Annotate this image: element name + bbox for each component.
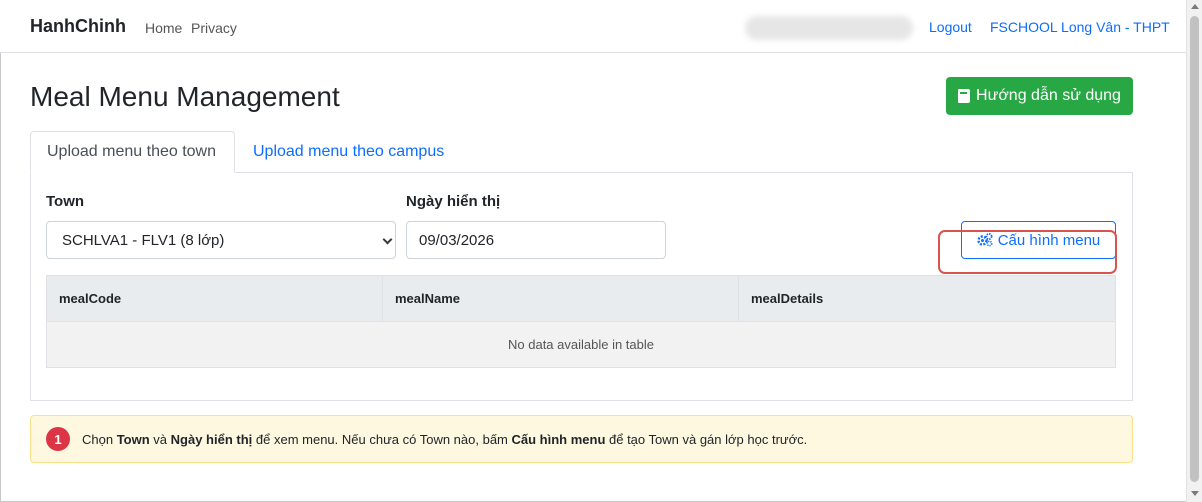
scroll-up-icon[interactable]: [1191, 4, 1199, 9]
column-header-mealdetails[interactable]: mealDetails: [738, 275, 1116, 322]
tab-label: Upload menu theo town: [47, 143, 216, 160]
table-row: No data available in table: [46, 321, 1116, 368]
tab-upload-by-campus[interactable]: Upload menu theo campus: [237, 131, 460, 173]
school-link[interactable]: FSCHOOL Long Vân - THPT: [990, 19, 1170, 35]
date-label: Ngày hiển thị: [406, 193, 501, 210]
meal-table: mealCode mealName mealDetails No data av…: [46, 275, 1116, 368]
brand-logo[interactable]: HanhChinh: [30, 16, 126, 37]
alert-date-term: Ngày hiển thị: [170, 431, 253, 447]
nav-privacy-link[interactable]: Privacy: [191, 20, 237, 36]
scroll-thumb[interactable]: [1190, 16, 1199, 482]
step-badge: 1: [46, 427, 70, 451]
alert-text-part: để tạo Town và gán lớp học trước.: [605, 431, 808, 447]
town-label: Town: [46, 193, 85, 210]
top-navbar: HanhChinh Home Privacy Logout FSCHOOL Lo…: [0, 0, 1186, 53]
config-menu-label: Cấu hình menu: [997, 231, 1101, 249]
guide-button[interactable]: Hướng dẫn sử dụng: [946, 77, 1133, 115]
logout-link[interactable]: Logout: [929, 19, 972, 35]
book-icon: [958, 89, 971, 103]
tab-upload-by-town[interactable]: Upload menu theo town: [30, 131, 235, 173]
blurred-user-name: [745, 16, 913, 40]
column-header-mealcode[interactable]: mealCode: [46, 275, 383, 322]
nav-home-link[interactable]: Home: [145, 20, 182, 36]
tab-bar: Upload menu theo town Upload menu theo c…: [30, 131, 1133, 173]
alert-text-part: để xem menu. Nếu chưa có Town nào, bấm: [252, 431, 512, 447]
page-title: Meal Menu Management: [30, 81, 340, 112]
alert-config-term: Cấu hình menu: [511, 431, 606, 447]
table-header-row: mealCode mealName mealDetails: [46, 275, 1116, 322]
empty-table-message: No data available in table: [46, 321, 1116, 368]
guide-button-label: Hướng dẫn sử dụng: [976, 87, 1121, 104]
alert-text-part: Chọn: [82, 431, 117, 447]
alert-text-part: và: [149, 431, 171, 447]
column-header-mealname[interactable]: mealName: [382, 275, 739, 322]
vertical-scrollbar[interactable]: [1186, 0, 1202, 502]
tab-label: Upload menu theo campus: [253, 143, 445, 160]
info-alert: 1 Chọn Town và Ngày hiển thị để xem menu…: [30, 415, 1133, 463]
alert-town-term: Town: [116, 431, 150, 447]
date-input[interactable]: [406, 221, 666, 259]
town-select[interactable]: SCHLVA1 - FLV1 (8 lớp): [46, 221, 396, 259]
alert-text: Chọn Town và Ngày hiển thị để xem menu. …: [82, 432, 807, 447]
town-select-value: SCHLVA1 - FLV1 (8 lớp): [62, 231, 225, 249]
chevron-down-icon: [382, 234, 393, 245]
config-menu-button[interactable]: Cấu hình menu: [961, 221, 1116, 259]
gear-icon: [977, 233, 993, 247]
scroll-down-icon[interactable]: [1191, 491, 1199, 496]
